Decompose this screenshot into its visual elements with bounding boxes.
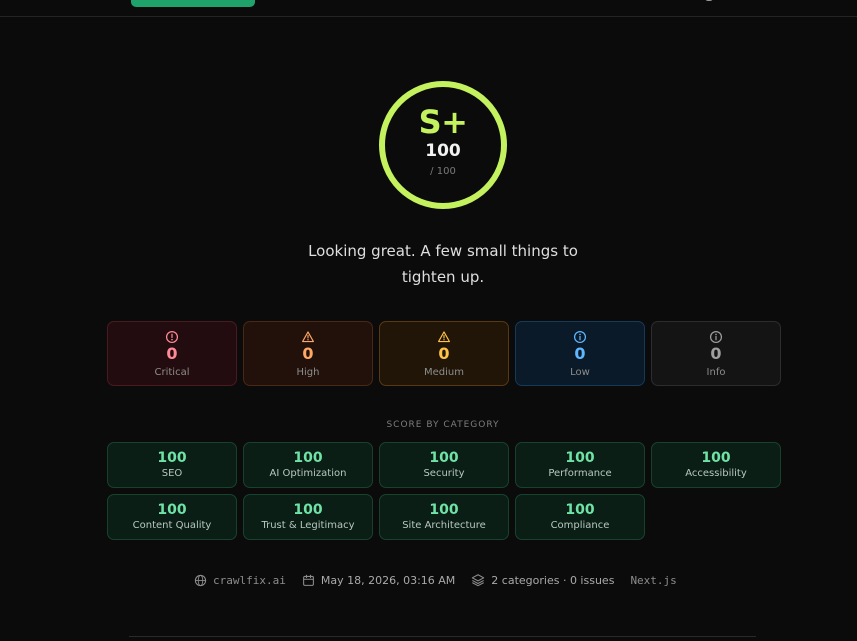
category-card-seo[interactable]: 100 SEO <box>107 442 237 488</box>
meta-summary-text: 2 categories · 0 issues <box>491 573 615 587</box>
category-name: AI Optimization <box>269 467 347 479</box>
severity-label: Low <box>570 367 590 378</box>
meta-framework: Next.js <box>630 574 676 587</box>
category-score: 100 <box>429 449 459 466</box>
category-card-security[interactable]: 100 Security <box>379 442 509 488</box>
layers-icon <box>472 574 485 587</box>
score-tagline: Looking great. A few small things to tig… <box>308 242 578 286</box>
category-card-site-architecture[interactable]: 100 Site Architecture <box>379 494 509 540</box>
severity-count: 0 <box>166 344 178 363</box>
meta-framework-text: Next.js <box>630 573 677 587</box>
alert-triangle-icon <box>438 331 450 343</box>
category-card-accessibility[interactable]: 100 Accessibility <box>651 442 781 488</box>
severity-count: 0 <box>438 344 450 363</box>
category-score: 100 <box>293 501 323 518</box>
meta-date-text: May 18, 2026, 03:16 AM <box>320 573 456 587</box>
meta-date: May 18, 2026, 03:16 AM <box>302 574 455 587</box>
category-name: SEO <box>161 467 183 479</box>
severity-label: High <box>296 367 320 378</box>
menu-chevron-icon[interactable] <box>705 0 713 1</box>
severity-card-info[interactable]: 0 Info <box>651 321 781 386</box>
alert-triangle-icon <box>302 331 314 343</box>
category-score: 100 <box>565 501 595 518</box>
severity-count: 0 <box>710 344 722 363</box>
category-name: Security <box>423 467 465 479</box>
calendar-icon <box>302 574 314 586</box>
info-circle-icon <box>573 330 587 344</box>
severity-count: 0 <box>302 344 314 363</box>
category-card-ai-optimization[interactable]: 100 AI Optimization <box>243 442 373 488</box>
category-name: Accessibility <box>685 467 747 479</box>
category-name: Site Architecture <box>402 519 486 531</box>
category-card-performance[interactable]: 100 Performance <box>515 442 645 488</box>
category-score: 100 <box>157 501 187 518</box>
category-score-grid: 100 SEO 100 AI Optimization 100 Security… <box>107 442 781 540</box>
score-grade: S+ <box>418 103 468 141</box>
category-name: Trust & Legitimacy <box>261 519 355 531</box>
score-out-of: / 100 <box>430 166 456 177</box>
category-score: 100 <box>157 449 187 466</box>
category-score: 100 <box>429 501 459 518</box>
meta-summary: 2 categories · 0 issues <box>471 573 614 587</box>
meta-domain-text: crawlfix.ai <box>213 573 286 587</box>
severity-card-high[interactable]: 0 High <box>243 321 373 386</box>
category-score: 100 <box>701 449 731 466</box>
score-value: 100 <box>425 141 461 161</box>
meta-domain[interactable]: crawlfix.ai <box>194 574 286 587</box>
severity-summary: 0 Critical 0 High 0 Medium 0 Low 0 Info <box>107 321 781 386</box>
severity-count: 0 <box>574 344 586 363</box>
score-ring: S+ 100 / 100 <box>379 81 507 209</box>
severity-card-medium[interactable]: 0 Medium <box>379 321 509 386</box>
category-score: 100 <box>293 449 323 466</box>
category-name: Performance <box>548 467 612 479</box>
severity-label: Medium <box>424 367 464 378</box>
severity-card-low[interactable]: 0 Low <box>515 321 645 386</box>
globe-icon <box>194 574 207 586</box>
category-card-trust-legitimacy[interactable]: 100 Trust & Legitimacy <box>243 494 373 540</box>
alert-circle-icon <box>165 330 179 344</box>
category-score: 100 <box>565 449 595 466</box>
info-circle-icon <box>709 330 723 344</box>
severity-card-critical[interactable]: 0 Critical <box>107 321 237 386</box>
section-divider <box>129 636 756 637</box>
category-card-content-quality[interactable]: 100 Content Quality <box>107 494 237 540</box>
severity-label: Critical <box>154 367 190 378</box>
top-nav-bar <box>0 0 857 17</box>
category-name: Compliance <box>550 519 610 531</box>
severity-label: Info <box>706 367 726 378</box>
category-card-compliance[interactable]: 100 Compliance <box>515 494 645 540</box>
report-meta-bar: crawlfix.ai May 18, 2026, 03:16 AM 2 cat… <box>194 571 693 589</box>
category-name: Content Quality <box>132 519 212 531</box>
primary-action-button[interactable] <box>131 0 255 7</box>
category-section-title: SCORE BY CATEGORY <box>386 420 500 430</box>
